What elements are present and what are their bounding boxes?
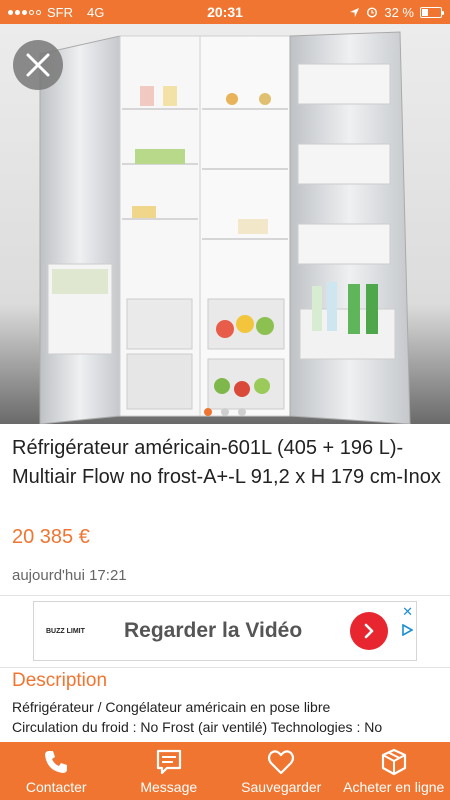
gallery-dot[interactable]	[238, 408, 246, 416]
listing-title: Réfrigérateur américain-601L (405 + 196 …	[12, 437, 441, 488]
close-button[interactable]	[13, 40, 63, 90]
listing-price: 20 385 €	[12, 526, 90, 548]
chevron-right-icon	[364, 623, 374, 639]
battery-percent: 32 %	[384, 4, 414, 20]
listing-date: aujourd'hui 17:21	[12, 567, 127, 584]
save-button[interactable]: Sauvegarder	[225, 742, 338, 800]
contact-button[interactable]: Contacter	[0, 742, 113, 800]
product-image-gallery[interactable]	[0, 24, 450, 424]
gallery-dot[interactable]	[204, 408, 212, 416]
ad-play-button[interactable]	[350, 612, 388, 650]
package-icon	[381, 748, 406, 776]
buy-online-label: Acheter en ligne	[343, 779, 445, 795]
location-icon	[350, 7, 360, 17]
signal-strength-icon	[8, 9, 41, 15]
ad-banner[interactable]: BUZZ LIMIT Regarder la Vidéo ✕	[33, 601, 417, 661]
ad-close-button[interactable]: ✕	[402, 604, 413, 620]
close-icon	[26, 53, 50, 77]
alarm-icon	[367, 7, 378, 18]
carrier-label: SFR	[47, 4, 73, 20]
contact-label: Contacter	[25, 779, 87, 795]
description-line: Réfrigérateur / Congélateur américain en…	[12, 699, 331, 715]
ad-text: Regarder la Vidéo	[124, 619, 303, 642]
ad-brand-logo: BUZZ LIMIT	[46, 621, 108, 641]
product-image	[0, 24, 450, 424]
message-button[interactable]: Message	[113, 742, 226, 800]
clock: 20:31	[207, 4, 243, 20]
divider	[0, 667, 450, 668]
gallery-dot[interactable]	[221, 408, 229, 416]
save-label: Sauvegarder	[241, 779, 322, 795]
bottom-action-bar: Contacter Message Sauvegarder Acheter en…	[0, 742, 450, 800]
status-bar: SFR 4G 20:31 32 %	[0, 0, 450, 24]
buy-online-button[interactable]: Acheter en ligne	[338, 742, 450, 800]
description-heading: Description	[12, 670, 108, 691]
gallery-pagination	[0, 408, 450, 416]
phone-icon	[45, 751, 68, 773]
network-label: 4G	[87, 4, 105, 20]
divider	[0, 595, 450, 596]
heart-icon	[268, 750, 295, 775]
ad-brand-label: BUZZ LIMIT	[46, 627, 85, 635]
battery-icon	[420, 6, 444, 18]
ad-choices-icon[interactable]	[401, 624, 413, 636]
description-line: Circulation du froid : No Frost (air ven…	[12, 719, 383, 735]
message-label: Message	[140, 779, 198, 795]
message-icon	[156, 749, 181, 775]
